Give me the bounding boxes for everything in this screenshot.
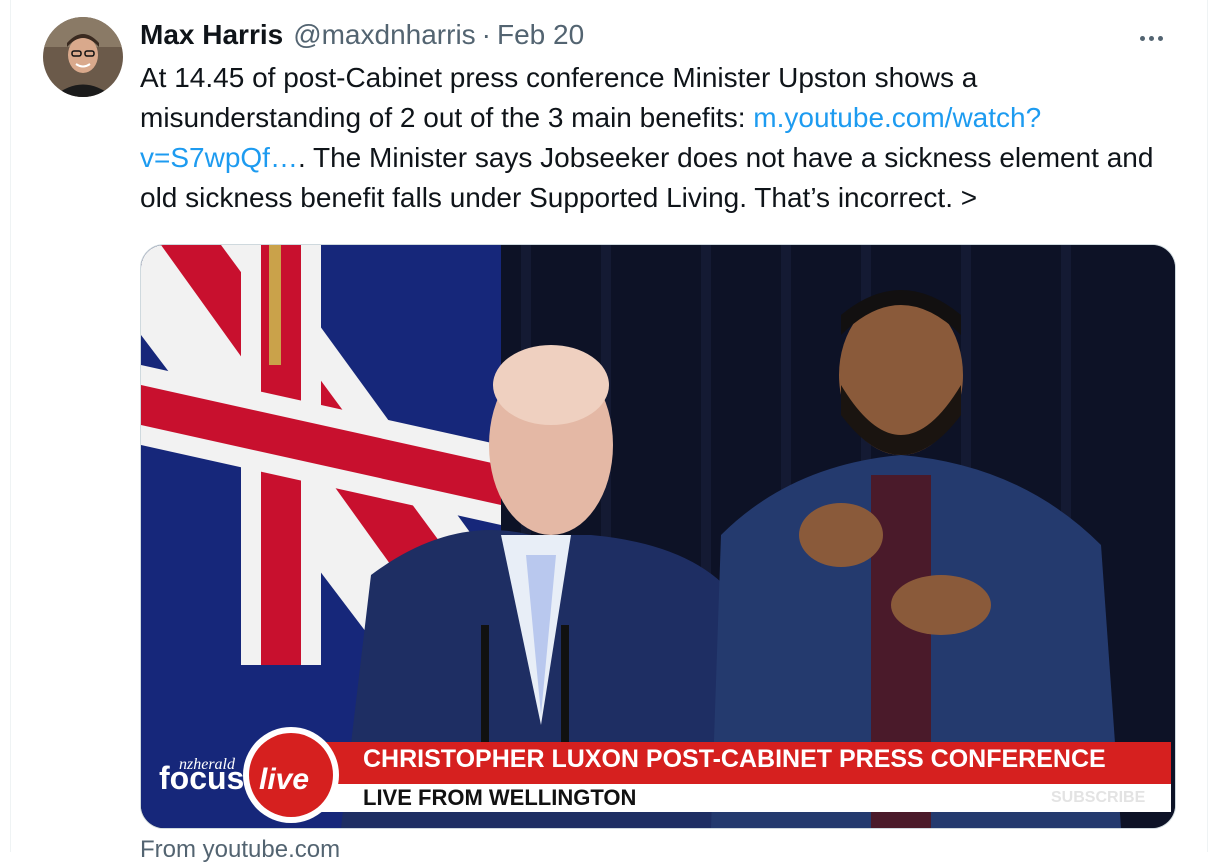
video-headline: CHRISTOPHER LUXON POST-CABINET PRESS CON… xyxy=(363,745,1106,773)
brand-live: live xyxy=(259,763,309,796)
subscribe-text: SUBSCRIBE xyxy=(1051,789,1146,806)
tweet-date[interactable]: Feb 20 xyxy=(497,19,584,51)
author-avatar[interactable] xyxy=(43,17,123,97)
author-handle[interactable]: @maxdnharris xyxy=(293,19,475,51)
video-thumbnail: CHRISTOPHER LUXON POST-CABINET PRESS CON… xyxy=(141,245,1175,828)
more-horizontal-icon[interactable] xyxy=(1136,24,1176,52)
video-subheadline: LIVE FROM WELLINGTON xyxy=(363,785,636,810)
brand-focus: focus xyxy=(159,760,244,796)
card-source: From youtube.com xyxy=(140,836,341,863)
author-name[interactable]: Max Harris xyxy=(140,19,283,51)
header-separator: · xyxy=(481,19,491,50)
tweet-text: At 14.45 of post-Cabinet press conferenc… xyxy=(140,58,1190,218)
tweet-header: Max Harris @maxdnharris · Feb 20 xyxy=(140,18,1158,52)
video-card[interactable]: CHRISTOPHER LUXON POST-CABINET PRESS CON… xyxy=(140,244,1176,829)
